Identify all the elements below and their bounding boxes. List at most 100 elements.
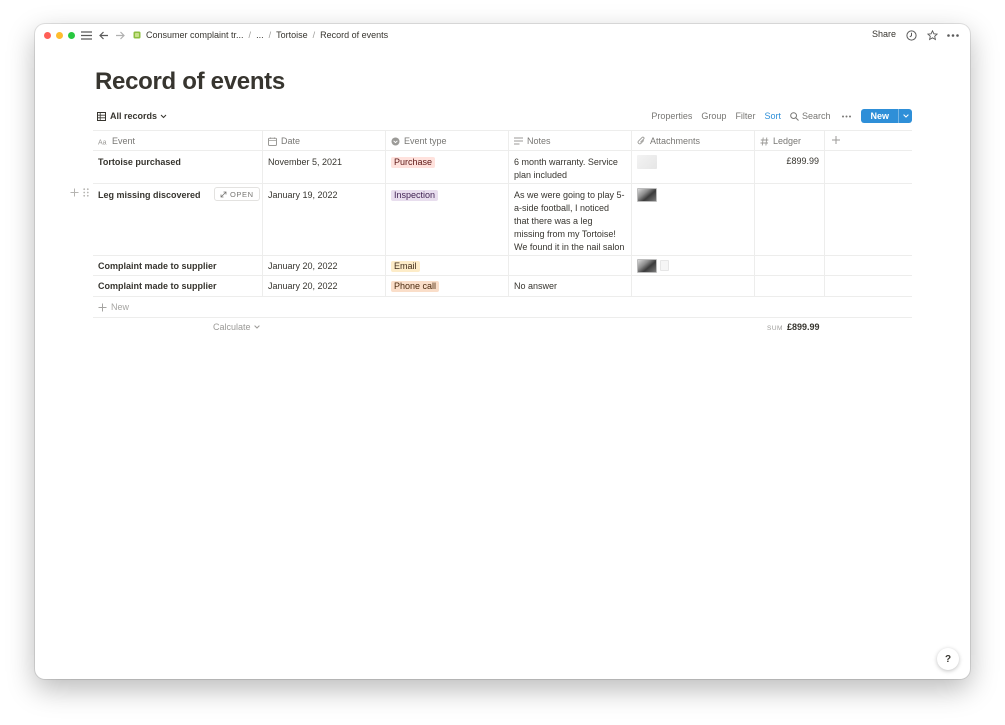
chevron-down-icon	[253, 325, 260, 329]
plus-icon	[832, 136, 840, 144]
new-dropdown-chevron-icon[interactable]	[898, 109, 912, 123]
column-header-date[interactable]: Date	[263, 131, 386, 150]
ledger-cell[interactable]: £899.99	[786, 156, 819, 166]
column-header-label: Event type	[404, 136, 447, 146]
favorite-star-icon[interactable]	[927, 28, 938, 42]
attachments-cell[interactable]	[632, 151, 755, 183]
column-header-label: Event	[112, 136, 136, 146]
event-type-tag[interactable]: Purchase	[391, 157, 436, 168]
ledger-sum[interactable]: SUM £899.99	[767, 322, 820, 332]
table-row[interactable]: Complaint made to supplier January 20, 2…	[93, 256, 912, 276]
date-cell[interactable]: November 5, 2021	[268, 156, 379, 169]
empty-cell	[825, 256, 912, 275]
page-emoji-icon	[133, 31, 141, 39]
event-type-tag[interactable]: Inspection	[391, 190, 439, 201]
app-window: Consumer complaint tr... / ... / Tortois…	[35, 24, 970, 679]
filter-button[interactable]: Filter	[735, 111, 755, 121]
view-actions: Properties Group Filter Sort Search New	[642, 108, 912, 124]
hash-icon	[760, 136, 769, 146]
add-column-button[interactable]	[825, 131, 912, 150]
attachment-thumbnail[interactable]	[637, 155, 657, 169]
column-header-label: Date	[281, 136, 301, 146]
column-header-label: Attachments	[650, 136, 701, 146]
share-button[interactable]: Share	[872, 29, 896, 39]
column-header-ledger[interactable]: Ledger	[755, 131, 825, 150]
date-cell[interactable]: January 20, 2022	[268, 280, 379, 293]
calculate-label: Calculate	[213, 322, 251, 332]
close-window-button[interactable]	[44, 32, 51, 39]
date-cell[interactable]: January 19, 2022	[268, 189, 379, 202]
table-row[interactable]: Leg missing discovered OPEN January 19, …	[70, 184, 912, 256]
sum-value: £899.99	[786, 322, 820, 332]
sort-button[interactable]: Sort	[764, 111, 781, 121]
column-header-label: Notes	[527, 136, 551, 146]
view-tab-label: All records	[110, 111, 158, 121]
text-property-icon: Aa	[98, 139, 107, 145]
event-type-tag[interactable]: Email	[391, 261, 420, 272]
table-footer-divider	[93, 317, 912, 318]
search-button[interactable]: Search	[790, 111, 831, 121]
event-cell[interactable]: Complaint made to supplier	[98, 280, 256, 293]
event-cell[interactable]: Tortoise purchased	[98, 156, 256, 169]
view-more-icon[interactable]	[842, 115, 852, 118]
notes-cell[interactable]: No answer	[514, 280, 625, 293]
zoom-window-button[interactable]	[68, 32, 75, 39]
table-row[interactable]: Complaint made to supplier January 20, 2…	[93, 276, 912, 297]
attachment-thumbnail[interactable]	[637, 259, 657, 273]
empty-cell	[825, 151, 912, 183]
breadcrumb-item-workspace[interactable]: Consumer complaint tr...	[146, 30, 244, 40]
attachments-cell[interactable]	[632, 256, 755, 275]
breadcrumb-item-tortoise[interactable]: Tortoise	[276, 30, 308, 40]
select-icon	[391, 137, 400, 145]
new-row-label: New	[111, 302, 130, 312]
attachments-cell[interactable]	[632, 276, 755, 296]
table-row[interactable]: Tortoise purchased November 5, 2021 Purc…	[93, 151, 912, 184]
breadcrumb-item-ellipsis[interactable]: ...	[256, 30, 264, 40]
event-cell[interactable]: Complaint made to supplier	[98, 260, 256, 273]
lines-icon	[514, 137, 523, 145]
paperclip-icon	[637, 136, 645, 145]
expand-arrow-icon	[220, 191, 227, 197]
breadcrumb-item-current[interactable]: Record of events	[320, 30, 388, 40]
add-row-plus-icon[interactable]	[70, 188, 79, 199]
attachments-cell[interactable]	[632, 184, 755, 255]
top-bar: Consumer complaint tr... / ... / Tortois…	[35, 24, 970, 46]
search-label: Search	[801, 111, 831, 121]
table-view-icon	[97, 111, 106, 121]
properties-button[interactable]: Properties	[651, 111, 692, 121]
help-button[interactable]: ?	[937, 648, 959, 670]
notes-cell[interactable]: 6 month warranty. Service plan included	[514, 156, 625, 182]
new-record-button[interactable]: New	[861, 109, 912, 123]
new-row-button[interactable]: New	[98, 300, 129, 314]
chevron-down-icon	[160, 114, 167, 118]
table-header-row: Aa Event Date Event type Notes Attachmen…	[93, 130, 912, 151]
calculate-button[interactable]: Calculate	[213, 322, 260, 332]
drag-handle-icon[interactable]	[83, 188, 89, 199]
column-header-notes[interactable]: Notes	[509, 131, 632, 150]
svg-text:Aa: Aa	[98, 139, 107, 145]
plus-icon	[98, 303, 107, 311]
history-clock-icon[interactable]	[906, 28, 917, 42]
column-header-attachments[interactable]: Attachments	[632, 131, 755, 150]
notes-cell[interactable]: As we were going to play 5-a-side footba…	[514, 189, 625, 254]
view-tab-all-records[interactable]: All records	[97, 111, 167, 121]
column-header-event[interactable]: Aa Event	[93, 131, 263, 150]
open-record-button[interactable]: OPEN	[214, 187, 260, 201]
group-button[interactable]: Group	[701, 111, 726, 121]
attachment-thumbnail[interactable]	[637, 188, 657, 202]
forward-arrow-icon[interactable]	[115, 28, 125, 42]
breadcrumb: Consumer complaint tr... / ... / Tortois…	[133, 29, 388, 41]
sidebar-menu-icon[interactable]	[81, 28, 92, 42]
attachment-file-icon[interactable]	[660, 260, 669, 271]
back-arrow-icon[interactable]	[99, 28, 109, 42]
minimize-window-button[interactable]	[56, 32, 63, 39]
date-cell[interactable]: January 20, 2022	[268, 260, 379, 273]
breadcrumb-separator: /	[312, 30, 316, 40]
breadcrumb-separator: /	[268, 30, 272, 40]
event-type-tag[interactable]: Phone call	[391, 281, 440, 292]
database-view-bar: All records Properties Group Filter Sort…	[95, 108, 912, 124]
page-title[interactable]: Record of events	[95, 68, 285, 96]
new-button-label: New	[870, 111, 889, 121]
more-options-icon[interactable]	[947, 28, 959, 42]
column-header-event-type[interactable]: Event type	[386, 131, 509, 150]
